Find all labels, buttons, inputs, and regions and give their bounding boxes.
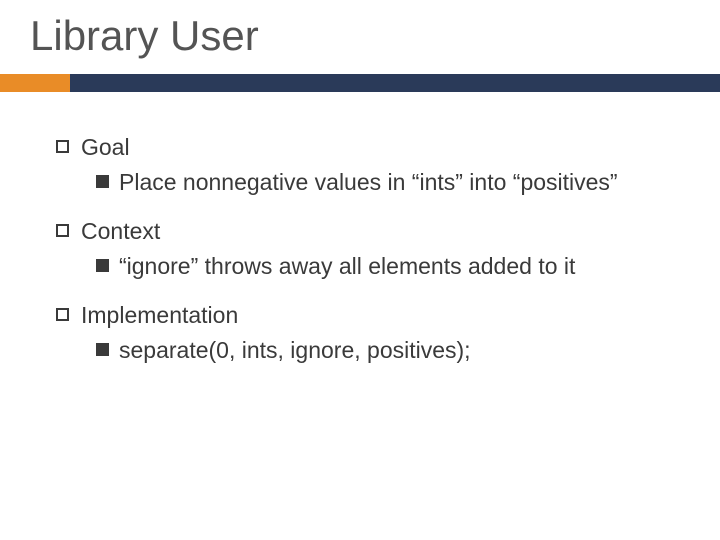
filled-square-icon [96, 175, 109, 188]
filled-square-icon [96, 259, 109, 272]
accent-orange [0, 74, 70, 92]
subbullet-goal-1: Place nonnegative values in “ints” into … [96, 167, 680, 198]
accent-bar [0, 74, 720, 92]
bullet-text: Goal [81, 132, 680, 163]
bullet-text: Implementation [81, 300, 680, 331]
subbullet-text: separate(0, ints, ignore, positives); [119, 335, 680, 366]
hollow-square-icon [56, 224, 69, 237]
bullet-goal: Goal [56, 132, 680, 163]
subbullet-context-1: “ignore” throws away all elements added … [96, 251, 680, 282]
slide-title: Library User [30, 12, 720, 60]
content-area: Goal Place nonnegative values in “ints” … [0, 92, 720, 366]
hollow-square-icon [56, 140, 69, 153]
slide: { "title": "Library User", "bullets": { … [0, 0, 720, 540]
accent-navy [70, 74, 720, 92]
subbullet-text: Place nonnegative values in “ints” into … [119, 167, 680, 198]
subbullet-implementation-1: separate(0, ints, ignore, positives); [96, 335, 680, 366]
subbullet-text: “ignore” throws away all elements added … [119, 251, 680, 282]
hollow-square-icon [56, 308, 69, 321]
bullet-text: Context [81, 216, 680, 247]
filled-square-icon [96, 343, 109, 356]
title-area: Library User [0, 0, 720, 60]
bullet-context: Context [56, 216, 680, 247]
bullet-implementation: Implementation [56, 300, 680, 331]
